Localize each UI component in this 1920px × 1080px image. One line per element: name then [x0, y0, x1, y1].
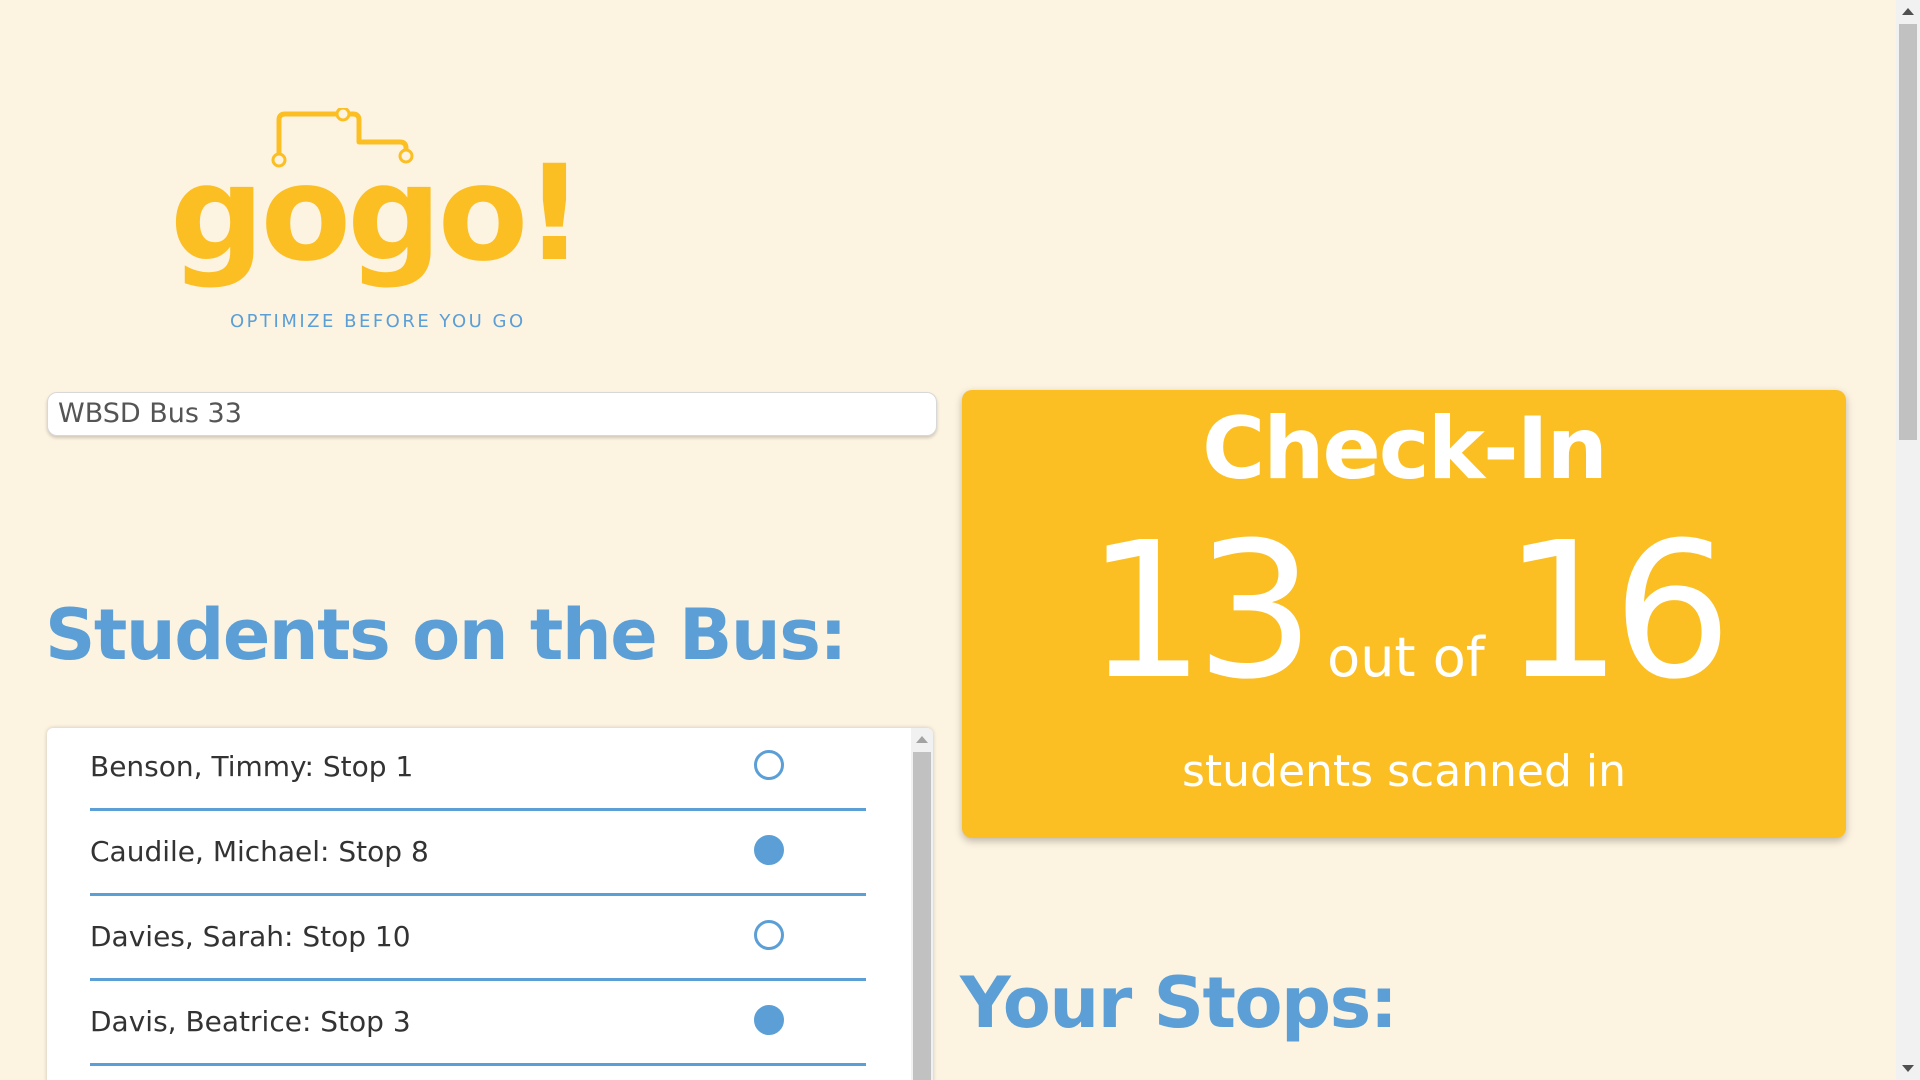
- student-list-scrollbar[interactable]: [911, 728, 933, 1080]
- checkin-card: Check-In 13 out of16 students scanned in: [962, 390, 1846, 838]
- scan-status-radio[interactable]: [754, 750, 784, 780]
- checkin-subtitle: students scanned in: [1181, 746, 1627, 797]
- scan-status-radio[interactable]: [754, 1005, 784, 1035]
- students-heading: Students on the Bus:: [45, 594, 847, 676]
- student-list-content: Benson, Timmy: Stop 1 Caudile, Michael: …: [47, 728, 909, 1080]
- student-list-scroll-thumb[interactable]: [913, 752, 931, 1080]
- stops-heading: Your Stops:: [960, 962, 1398, 1044]
- page-scrollbar[interactable]: [1896, 0, 1920, 1080]
- gogo-logo: gogo! OPTIMIZE BEFORE YOU GO: [160, 108, 585, 338]
- bus-name-field[interactable]: [47, 392, 937, 436]
- student-row: Davies, Sarah: Stop 10: [90, 898, 866, 981]
- checkin-title: Check-In: [1202, 399, 1608, 499]
- scan-status-radio[interactable]: [754, 920, 784, 950]
- scroll-up-arrow-icon[interactable]: [1902, 8, 1914, 15]
- page: gogo! OPTIMIZE BEFORE YOU GO Students on…: [0, 0, 1920, 1080]
- out-of-label: out of: [1327, 626, 1485, 689]
- scroll-up-arrow-icon[interactable]: [916, 736, 928, 743]
- student-list[interactable]: Benson, Timmy: Stop 1 Caudile, Michael: …: [47, 728, 933, 1080]
- checkin-count: 13 out of16: [962, 518, 1846, 706]
- student-name: Benson, Timmy: Stop 1: [90, 750, 414, 783]
- page-scroll-thumb[interactable]: [1899, 24, 1917, 440]
- logo-wordmark: gogo!: [170, 137, 585, 291]
- logo-tagline: OPTIMIZE BEFORE YOU GO: [230, 311, 526, 332]
- scroll-down-arrow-icon[interactable]: [1902, 1065, 1914, 1072]
- student-name: Davis, Beatrice: Stop 3: [90, 1005, 411, 1038]
- student-name: Caudile, Michael: Stop 8: [90, 835, 429, 868]
- scan-status-radio[interactable]: [754, 835, 784, 865]
- total-count: 16: [1502, 502, 1732, 721]
- student-row: Caudile, Michael: Stop 8: [90, 813, 866, 896]
- student-row: Benson, Timmy: Stop 1: [90, 728, 866, 811]
- student-row: Davis, Beatrice: Stop 3: [90, 983, 866, 1066]
- scanned-count: 13: [1085, 502, 1315, 721]
- student-name: Davies, Sarah: Stop 10: [90, 920, 411, 953]
